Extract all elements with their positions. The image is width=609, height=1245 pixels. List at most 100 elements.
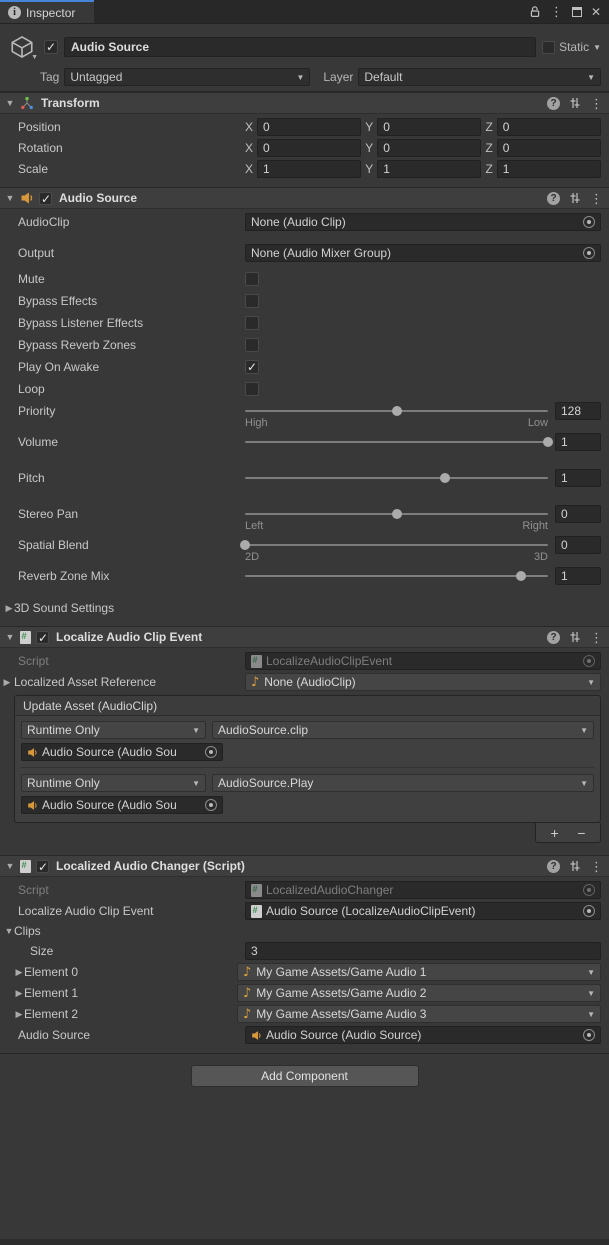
localize-event-object-field[interactable]: Audio Source (LocalizeAudioClipEvent) <box>245 902 601 920</box>
spatial-blend-value-field[interactable]: 0 <box>555 536 601 554</box>
help-icon[interactable]: ? <box>547 192 560 205</box>
gameobject-active-checkbox[interactable] <box>44 40 58 54</box>
help-icon[interactable]: ? <box>547 631 560 644</box>
scale-z-field[interactable]: 1 <box>497 160 601 178</box>
reverb-zone-mix-value-field[interactable]: 1 <box>555 567 601 585</box>
foldout-icon[interactable]: ▶ <box>4 603 14 614</box>
foldout-icon[interactable]: ▼ <box>5 632 15 642</box>
object-picker-icon[interactable] <box>583 905 595 917</box>
rotation-y-field[interactable]: 0 <box>377 139 481 157</box>
audio-changer-header[interactable]: ▼ Localized Audio Changer (Script) ? ⋮ <box>0 855 609 877</box>
gameobject-name-field[interactable]: Audio Source <box>64 37 536 57</box>
volume-value-field[interactable]: 1 <box>555 433 601 451</box>
scale-y-field[interactable]: 1 <box>377 160 481 178</box>
foldout-icon[interactable]: ▶ <box>0 677 14 688</box>
element-1-dropdown[interactable]: ♪ My Game Assets/Game Audio 2 ▼ <box>237 984 601 1002</box>
localized-asset-reference-dropdown[interactable]: ♪ None (AudioClip) ▼ <box>245 673 601 691</box>
sound-3d-settings-row[interactable]: ▶ 3D Sound Settings <box>0 599 601 617</box>
foldout-icon[interactable]: ▼ <box>5 861 15 871</box>
transform-header[interactable]: ▼ Transform ? ⋮ <box>0 92 609 114</box>
help-icon[interactable]: ? <box>547 97 560 110</box>
help-icon[interactable]: ? <box>547 860 560 873</box>
component-menu-icon[interactable]: ⋮ <box>590 631 603 644</box>
pitch-value-field[interactable]: 1 <box>555 469 601 487</box>
localize-event-header[interactable]: ▼ Localize Audio Clip Event ? ⋮ <box>0 626 609 648</box>
priority-slider[interactable] <box>245 402 548 418</box>
slider-handle[interactable] <box>543 437 553 447</box>
presets-icon[interactable] <box>569 631 581 643</box>
bypass-listener-checkbox[interactable] <box>245 316 259 330</box>
component-menu-icon[interactable]: ⋮ <box>590 97 603 110</box>
object-picker-icon[interactable] <box>583 247 595 259</box>
tag-dropdown[interactable]: Untagged ▼ <box>64 68 310 86</box>
audioclip-object-field[interactable]: None (Audio Clip) <box>245 213 601 231</box>
component-menu-icon[interactable]: ⋮ <box>590 192 603 205</box>
audio-source-object-field[interactable]: Audio Source (Audio Source) <box>245 1026 601 1044</box>
spatial-blend-slider[interactable] <box>245 536 548 552</box>
localize-event-enabled-checkbox[interactable] <box>36 631 49 644</box>
presets-icon[interactable] <box>569 192 581 204</box>
position-y-field[interactable]: 0 <box>377 118 481 136</box>
remove-event-button[interactable]: − <box>573 826 589 840</box>
static-checkbox[interactable] <box>542 41 555 54</box>
rotation-z-field[interactable]: 0 <box>497 139 601 157</box>
presets-icon[interactable] <box>569 860 581 872</box>
object-picker-icon[interactable] <box>583 1029 595 1041</box>
size-field[interactable]: 3 <box>245 942 601 960</box>
event-function-dropdown[interactable]: AudioSource.clip ▼ <box>212 721 594 739</box>
slider-handle[interactable] <box>240 540 250 550</box>
reverb-zone-mix-slider[interactable] <box>245 567 548 583</box>
foldout-icon[interactable]: ▶ <box>14 967 24 978</box>
event-mode-dropdown[interactable]: Runtime Only ▼ <box>21 721 206 739</box>
foldout-icon[interactable]: ▶ <box>14 1009 24 1020</box>
clips-foldout-row[interactable]: ▼ Clips <box>0 923 601 939</box>
event-mode-dropdown[interactable]: Runtime Only ▼ <box>21 774 206 792</box>
pitch-slider[interactable] <box>245 469 548 485</box>
lock-icon[interactable] <box>529 5 541 18</box>
stereo-pan-value-field[interactable]: 0 <box>555 505 601 523</box>
close-icon[interactable]: ✕ <box>591 6 601 18</box>
event-function-dropdown[interactable]: AudioSource.Play ▼ <box>212 774 594 792</box>
foldout-icon[interactable]: ▼ <box>5 193 15 203</box>
audio-source-enabled-checkbox[interactable] <box>39 192 52 205</box>
audio-source-header[interactable]: ▼ Audio Source ? ⋮ <box>0 187 609 209</box>
element-0-dropdown[interactable]: ♪ My Game Assets/Game Audio 1 ▼ <box>237 963 601 981</box>
position-x-field[interactable]: 0 <box>257 118 361 136</box>
slider-handle[interactable] <box>440 473 450 483</box>
rotation-x-field[interactable]: 0 <box>257 139 361 157</box>
play-on-awake-checkbox[interactable] <box>245 360 259 374</box>
slider-handle[interactable] <box>392 509 402 519</box>
object-picker-icon[interactable] <box>205 799 217 811</box>
gameobject-icon-button[interactable]: ▼ <box>6 31 38 63</box>
priority-value-field[interactable]: 128 <box>555 402 601 420</box>
add-event-button[interactable]: + <box>547 826 563 840</box>
slider-handle[interactable] <box>516 571 526 581</box>
mute-checkbox[interactable] <box>245 272 259 286</box>
layer-dropdown[interactable]: Default ▼ <box>358 68 601 86</box>
bypass-effects-checkbox[interactable] <box>245 294 259 308</box>
tab-inspector[interactable]: i Inspector <box>0 0 94 23</box>
foldout-icon[interactable]: ▶ <box>14 988 24 999</box>
audio-changer-enabled-checkbox[interactable] <box>36 860 49 873</box>
volume-slider[interactable] <box>245 433 548 449</box>
static-dropdown-arrow[interactable]: ▼ <box>593 43 601 52</box>
loop-checkbox[interactable] <box>245 382 259 396</box>
output-object-field[interactable]: None (Audio Mixer Group) <box>245 244 601 262</box>
bypass-reverb-checkbox[interactable] <box>245 338 259 352</box>
presets-icon[interactable] <box>569 97 581 109</box>
event-target-object-field[interactable]: Audio Source (Audio Sou <box>21 743 223 761</box>
scale-x-field[interactable]: 1 <box>257 160 361 178</box>
maximize-icon[interactable] <box>572 7 582 17</box>
object-picker-icon[interactable] <box>205 746 217 758</box>
element-2-dropdown[interactable]: ♪ My Game Assets/Game Audio 3 ▼ <box>237 1005 601 1023</box>
foldout-icon[interactable]: ▼ <box>5 98 15 108</box>
stereo-pan-slider[interactable] <box>245 505 548 521</box>
slider-handle[interactable] <box>392 406 402 416</box>
foldout-icon[interactable]: ▼ <box>4 926 14 936</box>
add-component-button[interactable]: Add Component <box>191 1065 419 1087</box>
window-menu-icon[interactable]: ⋮ <box>550 5 563 18</box>
event-target-object-field[interactable]: Audio Source (Audio Sou <box>21 796 223 814</box>
component-menu-icon[interactable]: ⋮ <box>590 860 603 873</box>
position-z-field[interactable]: 0 <box>497 118 601 136</box>
object-picker-icon[interactable] <box>583 216 595 228</box>
